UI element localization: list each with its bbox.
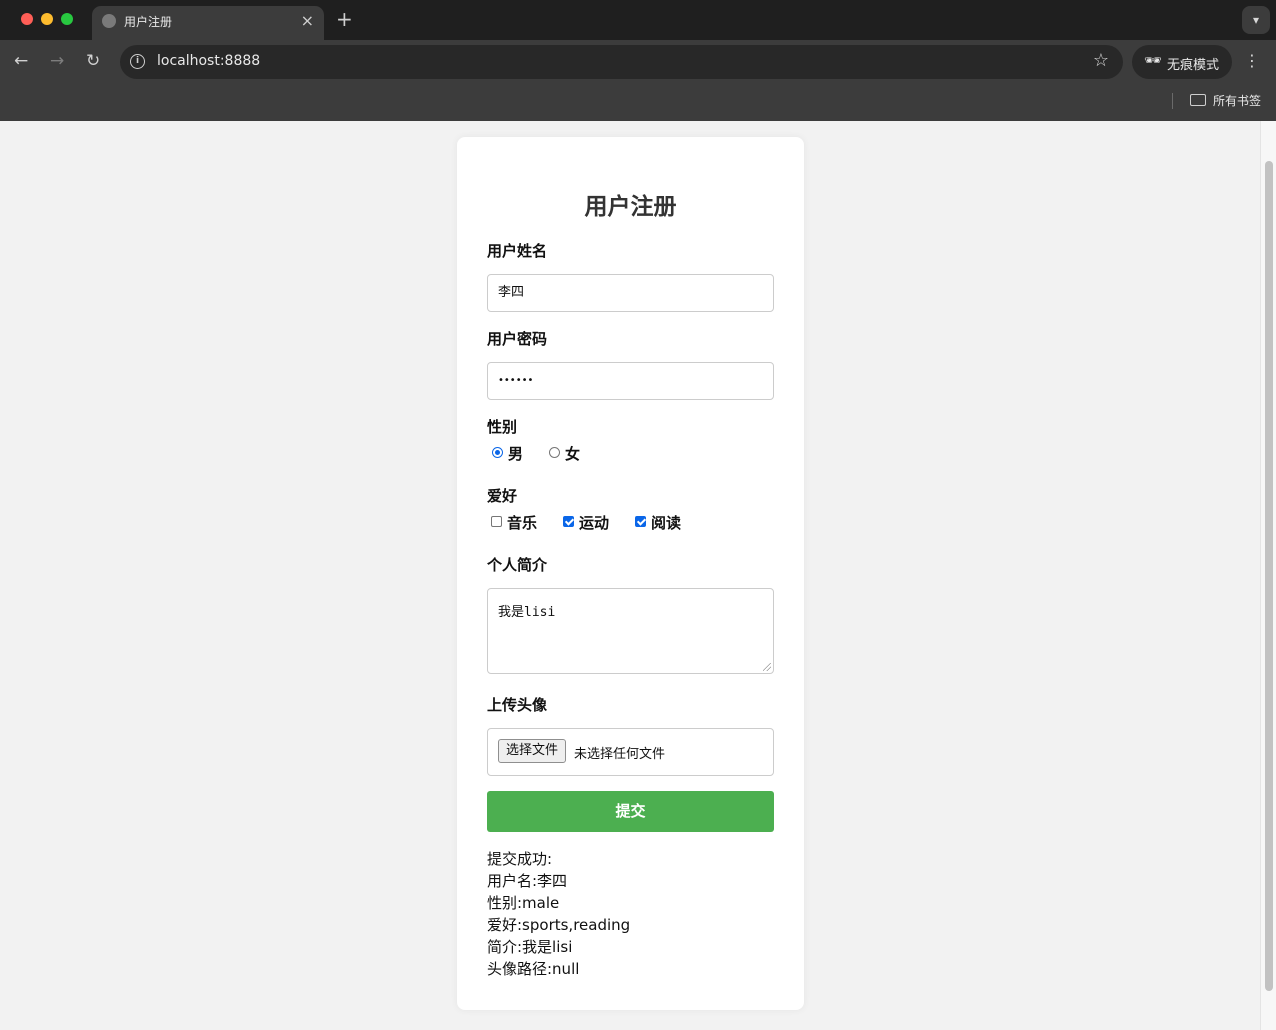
bookmarks-bar: 所有书签 [0,85,1276,121]
hobbies-label: 爱好 [487,487,518,505]
tab-title: 用户注册 [124,15,173,29]
username-input[interactable]: 李四 [487,274,774,312]
bio-textarea[interactable]: 我是lisi [487,588,774,674]
bookmarks-divider [1172,93,1173,109]
hobby-music-label[interactable]: 音乐 [507,512,537,533]
username-label: 用户姓名 [487,242,548,260]
result-line: 性别:male [487,894,560,912]
gender-female-label[interactable]: 女 [565,443,580,464]
zoom-window-button[interactable] [61,13,73,25]
hobby-reading-label[interactable]: 阅读 [651,512,681,533]
page-title: 用户注册 [584,194,677,220]
globe-icon [102,14,116,28]
tab-search-button[interactable]: ▾ [1242,6,1270,34]
result-line: 用户名:李四 [487,872,568,890]
result-line: 简介:我是lisi [487,938,573,956]
hobby-sports-checkbox[interactable] [563,516,574,527]
avatar-file-input[interactable]: 选择文件 未选择任何文件 [487,728,774,776]
result-line: 爱好:sports,reading [487,916,631,934]
avatar-label: 上传头像 [487,696,548,714]
tab-active[interactable]: 用户注册 × [92,6,324,40]
url-text[interactable]: localhost:8888 [157,53,260,69]
close-icon[interactable]: × [301,11,314,30]
back-arrow-icon[interactable]: ← [14,51,28,71]
choose-file-button[interactable]: 选择文件 [498,739,567,763]
result-line: 头像路径:null [487,960,580,978]
submit-result: 提交成功: 用户名:李四 性别:male 爱好:sports,reading 简… [487,848,630,980]
close-window-button[interactable] [21,13,33,25]
scrollbar[interactable] [1260,121,1276,1030]
address-bar[interactable]: i localhost:8888 ☆ [120,45,1123,79]
more-menu-icon[interactable]: ⋮ [1244,51,1260,70]
password-input[interactable]: •••••• [487,362,774,400]
incognito-badge[interactable]: 🕶 无痕模式 [1132,45,1232,79]
result-line: 提交成功: [487,850,553,868]
hobby-music-checkbox[interactable] [491,516,502,527]
gender-label: 性别 [487,418,518,436]
scrollbar-thumb[interactable] [1265,161,1273,991]
resize-grip-icon[interactable] [763,663,771,671]
folder-icon[interactable] [1190,94,1206,106]
bio-value: 我是lisi [498,605,556,620]
incognito-icon: 🕶 [1144,53,1162,69]
registration-card: 用户注册 用户姓名 李四 用户密码 •••••• 性别 男 女 爱好 音乐 运动… [457,137,804,1010]
browser-toolbar: ← → ↻ i localhost:8888 ☆ 🕶 无痕模式 ⋮ [0,40,1276,85]
hobby-sports-label[interactable]: 运动 [579,512,609,533]
forward-arrow-icon[interactable]: → [50,51,64,71]
page-viewport: 用户注册 用户姓名 李四 用户密码 •••••• 性别 男 女 爱好 音乐 运动… [0,121,1276,1030]
all-bookmarks-link[interactable]: 所有书签 [1213,92,1261,109]
bio-label: 个人简介 [487,556,548,574]
reload-icon[interactable]: ↻ [86,51,100,71]
gender-female-radio[interactable] [549,447,560,458]
file-status-text: 未选择任何文件 [574,747,666,762]
hobby-reading-checkbox[interactable] [635,516,646,527]
info-icon[interactable]: i [130,54,145,69]
bookmark-star-icon[interactable]: ☆ [1093,50,1109,71]
new-tab-button[interactable]: + [336,7,353,31]
tab-bar: 用户注册 × + ▾ [0,0,1276,40]
gender-male-label[interactable]: 男 [508,443,523,464]
incognito-label: 无痕模式 [1167,58,1220,73]
gender-male-radio[interactable] [492,447,503,458]
minimize-window-button[interactable] [41,13,53,25]
submit-button[interactable]: 提交 [487,791,774,832]
password-label: 用户密码 [487,330,548,348]
